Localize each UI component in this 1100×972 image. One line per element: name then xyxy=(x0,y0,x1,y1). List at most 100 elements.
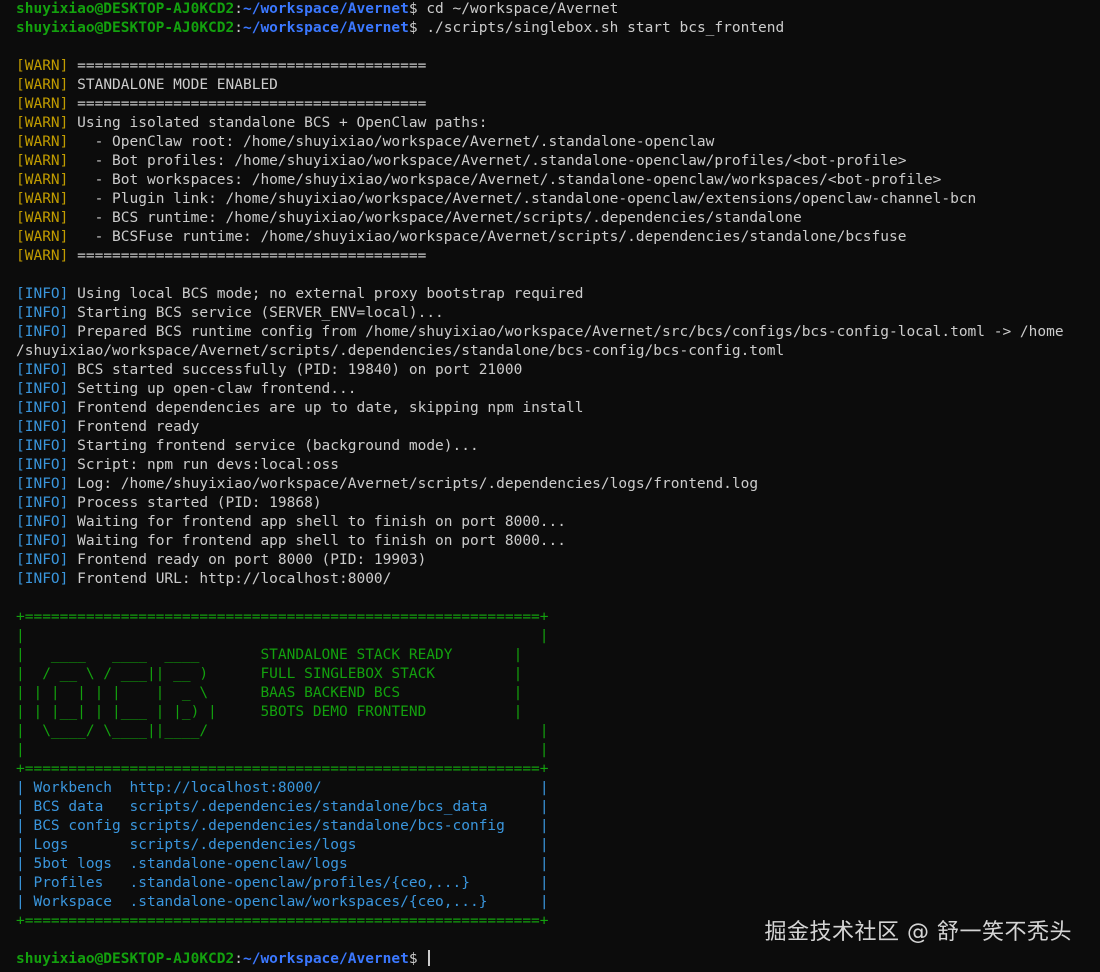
warn-tag: [WARN] xyxy=(16,96,69,112)
info-tag: [INFO] xyxy=(16,552,69,568)
info-tag: [INFO] xyxy=(16,362,69,378)
info-message: Starting frontend service (background mo… xyxy=(77,438,479,454)
banner-status-text: BAAS BACKEND BCS xyxy=(260,685,401,701)
banner-art-row: | | |__| | |___ | |_) | 5BOTS DEMO FRONT… xyxy=(16,703,1100,722)
info-message: Frontend URL: http://localhost:8000/ xyxy=(77,571,392,587)
warn-message: Using isolated standalone BCS + OpenClaw… xyxy=(77,115,488,131)
info-line: [INFO] Prepared BCS runtime config from … xyxy=(16,323,1100,342)
info-tag: [INFO] xyxy=(16,495,69,511)
warn-message: - Bot workspaces: /home/shuyixiao/worksp… xyxy=(77,172,942,188)
warn-line: [WARN] =================================… xyxy=(16,95,1100,114)
banner-entry: | Workspace .standalone-openclaw/workspa… xyxy=(16,894,549,910)
info-line: [INFO] Frontend ready on port 8000 (PID:… xyxy=(16,551,1100,570)
info-line: [INFO] Log: /home/shuyixiao/workspace/Av… xyxy=(16,475,1100,494)
banner-status-text: 5BOTS DEMO FRONTEND xyxy=(260,704,427,720)
warn-tag: [WARN] xyxy=(16,172,69,188)
banner-border-top: +=======================================… xyxy=(16,609,549,625)
prompt-path: ~/workspace/Avernet xyxy=(242,1,409,17)
banner-entry: | BCS data scripts/.dependencies/standal… xyxy=(16,799,549,815)
warn-line: [WARN] Using isolated standalone BCS + O… xyxy=(16,114,1100,133)
info-tag: [INFO] xyxy=(16,400,69,416)
info-line: [INFO] Process started (PID: 19868) xyxy=(16,494,1100,513)
info-tag: [INFO] xyxy=(16,438,69,454)
warn-tag: [WARN] xyxy=(16,58,69,74)
command-text: ./scripts/singlebox.sh start bcs_fronten… xyxy=(426,20,785,36)
info-message: Waiting for frontend app shell to finish… xyxy=(77,514,566,530)
info-tag: [INFO] xyxy=(16,305,69,321)
banner-entry-pad xyxy=(470,875,540,891)
banner-entry-value: scripts/.dependencies/logs xyxy=(129,837,357,853)
info-message: Frontend dependencies are up to date, sk… xyxy=(77,400,584,416)
banner-entry-pad xyxy=(348,856,540,872)
banner-entry: | Logs scripts/.dependencies/logs | xyxy=(16,837,549,853)
banner-entry-label: Profiles xyxy=(33,875,121,891)
prompt-path: ~/workspace/Avernet xyxy=(242,20,409,36)
info-message: Process started (PID: 19868) xyxy=(77,495,322,511)
warn-line: [WARN] - Bot workspaces: /home/shuyixiao… xyxy=(16,171,1100,190)
warn-line: [WARN] - Plugin link: /home/shuyixiao/wo… xyxy=(16,190,1100,209)
banner-entry-pad xyxy=(487,799,539,815)
banner-entry-pad xyxy=(322,780,540,796)
warn-tag: [WARN] xyxy=(16,134,69,150)
banner-entry-pad xyxy=(357,837,540,853)
warn-line: [WARN] - BCSFuse runtime: /home/shuyixia… xyxy=(16,228,1100,247)
info-tag: [INFO] xyxy=(16,419,69,435)
warn-tag: [WARN] xyxy=(16,153,69,169)
banner-entry: | Workbench http://localhost:8000/ | xyxy=(16,780,549,796)
info-tag: [INFO] xyxy=(16,457,69,473)
warn-message: - BCS runtime: /home/shuyixiao/workspace… xyxy=(77,210,802,226)
banner-art: | | |__| | |___ | |_) | xyxy=(16,704,261,720)
info-message: Prepared BCS runtime config from /home/s… xyxy=(77,324,1064,340)
banner-entry: | BCS config scripts/.dependencies/stand… xyxy=(16,818,549,834)
info-message: Setting up open-claw frontend... xyxy=(77,381,357,397)
command-text: cd ~/workspace/Avernet xyxy=(426,1,619,17)
banner-entry-label: 5bot logs xyxy=(33,856,121,872)
prompt-path: ~/workspace/Avernet xyxy=(242,951,409,967)
info-line: [INFO] Waiting for frontend app shell to… xyxy=(16,532,1100,551)
banner-art: | | xyxy=(16,742,549,758)
prompt-user-host: shuyixiao@DESKTOP-AJ0KCD2 xyxy=(16,1,235,17)
active-prompt-line[interactable]: shuyixiao@DESKTOP-AJ0KCD2:~/workspace/Av… xyxy=(16,950,1100,969)
info-line: [INFO] Setting up open-claw frontend... xyxy=(16,380,1100,399)
banner-art-row: | | xyxy=(16,741,1100,760)
info-tag: [INFO] xyxy=(16,324,69,340)
banner-entry-label: Workbench xyxy=(33,780,121,796)
info-line: [INFO] Frontend URL: http://localhost:80… xyxy=(16,570,1100,589)
info-tag: [INFO] xyxy=(16,286,69,302)
info-message: Frontend ready xyxy=(77,419,200,435)
banner-entry-label: BCS config xyxy=(33,818,121,834)
warn-block: [WARN] =================================… xyxy=(16,57,1100,266)
warn-tag: [WARN] xyxy=(16,191,69,207)
banner-art: | xyxy=(435,666,523,682)
banner-art-row: | ____ ____ ____ STANDALONE STACK READY … xyxy=(16,646,1100,665)
banner-entry-value: scripts/.dependencies/standalone/bcs_dat… xyxy=(129,799,488,815)
info-message: Using local BCS mode; no external proxy … xyxy=(77,286,584,302)
info-tag: [INFO] xyxy=(16,533,69,549)
banner-art: | / __ \ / ___|| __ ) xyxy=(16,666,261,682)
banner-art: | xyxy=(426,704,523,720)
banner-entry-pad xyxy=(487,894,539,910)
warn-line: [WARN] =================================… xyxy=(16,57,1100,76)
banner-entry-label: BCS data xyxy=(33,799,121,815)
warn-message: - OpenClaw root: /home/shuyixiao/workspa… xyxy=(77,134,715,150)
prompt-user-host: shuyixiao@DESKTOP-AJ0KCD2 xyxy=(16,20,235,36)
banner-entry-value: .standalone-openclaw/profiles/{ceo,...} xyxy=(129,875,470,891)
info-message: /shuyixiao/workspace/Avernet/scripts/.de… xyxy=(16,343,785,359)
banner-entry-label: Logs xyxy=(33,837,121,853)
terminal-window[interactable]: shuyixiao@DESKTOP-AJ0KCD2:~/workspace/Av… xyxy=(0,0,1100,972)
warn-message: ======================================== xyxy=(77,58,427,74)
warn-tag: [WARN] xyxy=(16,248,69,264)
banner-entry-value: .standalone-openclaw/logs xyxy=(129,856,348,872)
info-line: [INFO] Starting BCS service (SERVER_ENV=… xyxy=(16,304,1100,323)
info-message: BCS started successfully (PID: 19840) on… xyxy=(77,362,523,378)
warn-tag: [WARN] xyxy=(16,115,69,131)
warn-tag: [WARN] xyxy=(16,210,69,226)
info-tag: [INFO] xyxy=(16,514,69,530)
info-block: [INFO] Using local BCS mode; no external… xyxy=(16,285,1100,589)
prompt-line: shuyixiao@DESKTOP-AJ0KCD2:~/workspace/Av… xyxy=(16,1,619,17)
banner-status-text: FULL SINGLEBOX STACK xyxy=(260,666,436,682)
warn-tag: [WARN] xyxy=(16,77,69,93)
text-cursor xyxy=(428,950,431,966)
